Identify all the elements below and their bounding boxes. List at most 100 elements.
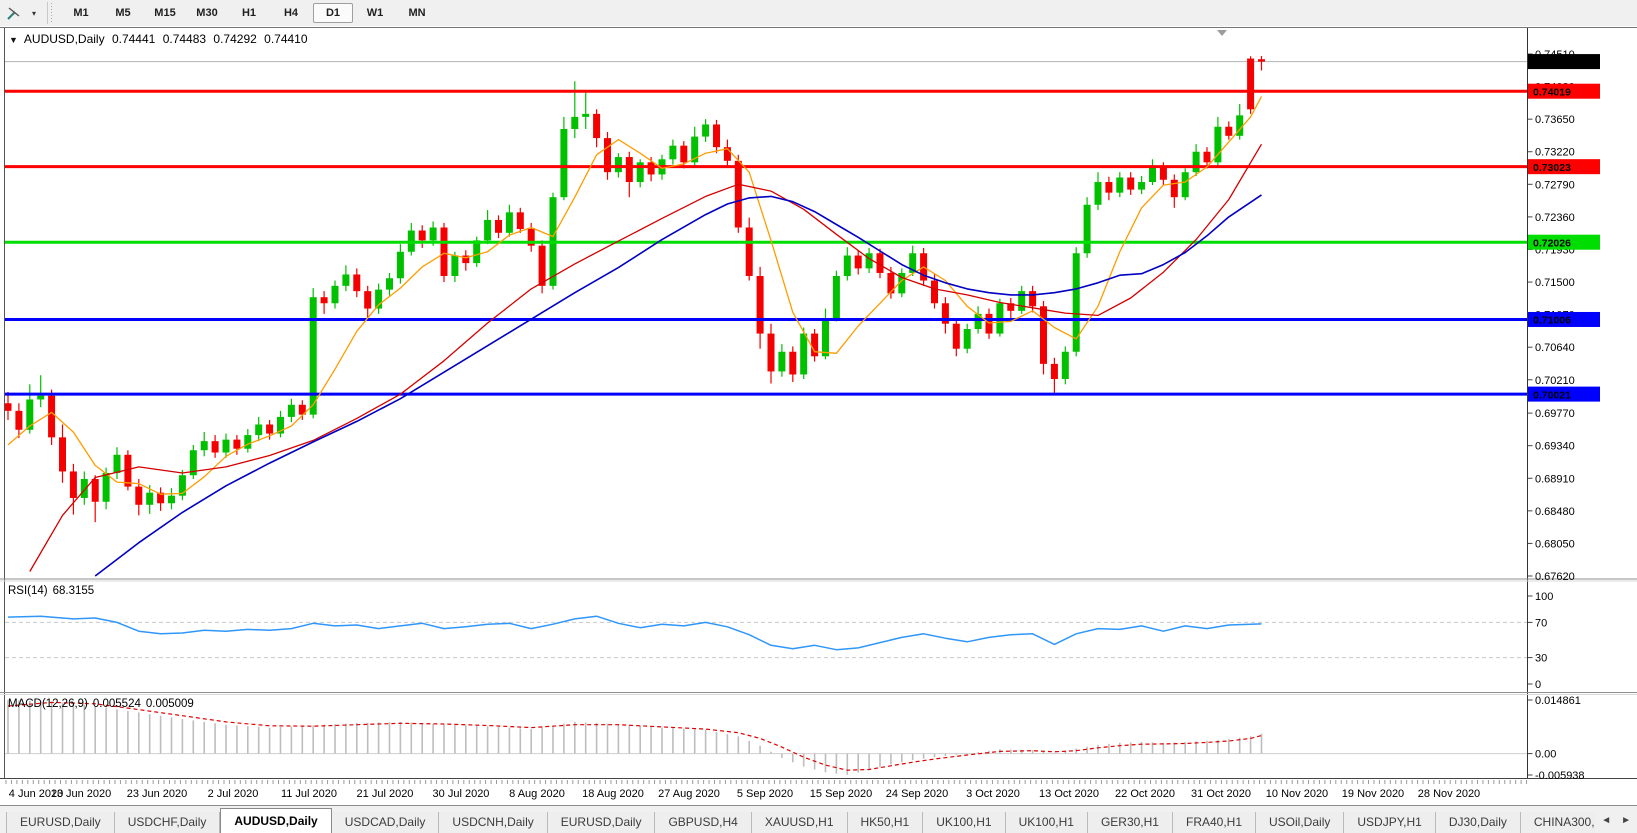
tab-usdcad-daily[interactable]: USDCAD,Daily — [331, 812, 440, 833]
candle-body — [222, 439, 230, 453]
ma-mid-line — [29, 143, 1263, 572]
timeframe-button-w1[interactable]: W1 — [355, 3, 395, 23]
candle-body — [865, 253, 873, 269]
candle-body — [429, 227, 437, 241]
timeframe-button-h1[interactable]: H1 — [229, 3, 269, 23]
candle-body — [1094, 182, 1102, 205]
candle-body — [91, 479, 99, 502]
crosshair-tool-icon[interactable] — [1, 3, 27, 23]
candle-body — [1149, 166, 1156, 183]
ohlc-high: 0.74483 — [162, 32, 207, 46]
tab-usdchf-daily[interactable]: USDCHF,Daily — [114, 812, 221, 833]
candle-body — [396, 251, 404, 279]
candle-body — [505, 212, 513, 233]
rsi-name: RSI(14) — [8, 585, 48, 597]
tab-hk50-h1[interactable]: HK50,H1 — [847, 812, 924, 833]
candle-body — [473, 240, 481, 264]
candle-body — [342, 274, 350, 286]
tab-ger30-h1[interactable]: GER30,H1 — [1087, 812, 1173, 833]
timeframe-button-h4[interactable]: H4 — [271, 3, 311, 23]
tab-eurusd-daily[interactable]: EURUSD,Daily — [547, 812, 656, 833]
candle-body — [593, 113, 601, 139]
candle-body — [713, 124, 720, 148]
tab-gbpusd-h4[interactable]: GBPUSD,H4 — [655, 812, 752, 833]
candle-body — [1116, 177, 1124, 193]
candle-body — [168, 495, 175, 504]
candle-body — [244, 435, 252, 449]
candle-body — [418, 230, 426, 241]
chart-tabs: EURUSD,Daily USDCHF,Daily AUDUSD,Daily USDC… — [0, 806, 1596, 833]
candle-body — [789, 351, 797, 375]
macd-histogram — [7, 699, 1263, 775]
candle-body — [1018, 291, 1026, 311]
candle-body — [582, 113, 590, 117]
tab-china300-h1[interactable]: CHINA300,H1 — [1520, 812, 1596, 833]
chart-dropdown-icon[interactable]: ▼ — [9, 35, 18, 45]
chart-title: ▼ AUDUSD,Daily 0.74441 0.74483 0.74292 0.… — [9, 32, 312, 46]
candle-body — [1192, 151, 1200, 173]
candle-body — [887, 272, 895, 294]
candle-body — [146, 492, 154, 505]
tab-eurusd-daily[interactable]: EURUSD,Daily — [6, 812, 115, 833]
tab-usdcnh-daily[interactable]: USDCNH,Daily — [439, 812, 548, 833]
tab-usoil-daily[interactable]: USOil,Daily — [1256, 812, 1345, 833]
timeframe-button-mn[interactable]: MN — [397, 3, 437, 23]
chart-window: 0.745100.740800.736500.732200.727900.723… — [0, 26, 1637, 805]
candle-body — [69, 471, 77, 498]
candle-body — [1061, 351, 1069, 380]
candle-body — [822, 318, 829, 357]
macd-name: MACD(12,26,9) — [8, 698, 88, 710]
candle-body — [37, 395, 45, 400]
tabs-scroll-left-icon[interactable]: ◄ — [1601, 815, 1611, 826]
candlestick-chart-canvas[interactable]: 0.745100.740800.736500.732200.727900.723… — [0, 26, 1637, 805]
tabs-scroll-right-icon[interactable]: ► — [1621, 815, 1631, 826]
tab-uk100-h1[interactable]: UK100,H1 — [923, 812, 1006, 833]
macd-value-main: 0.005524 — [92, 698, 141, 710]
tab-usdjpy-h1[interactable]: USDJPY,H1 — [1344, 812, 1436, 833]
candle-body — [1083, 204, 1091, 254]
ohlc-low: 0.74292 — [213, 32, 257, 46]
candle-body — [4, 403, 12, 411]
tab-uk100-h1[interactable]: UK100,H1 — [1005, 812, 1088, 833]
candle-body — [767, 333, 775, 372]
candle-body — [614, 157, 622, 173]
tab-fra40-h1[interactable]: FRA40,H1 — [1172, 812, 1257, 833]
candle-body — [1258, 59, 1265, 62]
tab-audusd-daily[interactable]: AUDUSD,Daily — [220, 808, 332, 833]
candle-body — [1247, 58, 1255, 110]
timeframe-toolbar: M1 M5 M15 M30 H1 H4 D1 W1 MN — [60, 3, 438, 23]
candle-body — [386, 278, 393, 290]
toolbar-separator — [47, 2, 56, 24]
tool-dropdown-icon[interactable]: ▾ — [27, 3, 41, 23]
timeframe-button-m5[interactable]: M5 — [103, 3, 143, 23]
candle-body — [963, 329, 971, 349]
candle-body — [1203, 151, 1211, 163]
candle-body — [625, 157, 633, 183]
timeframe-button-m1[interactable]: M1 — [61, 3, 101, 23]
price-axis[interactable] — [1528, 26, 1637, 779]
candle-body — [778, 351, 786, 372]
rsi-value: 68.3155 — [52, 585, 95, 597]
candle-body — [113, 454, 121, 473]
tab-dj30-daily[interactable]: DJ30,Daily — [1435, 812, 1521, 833]
date-axis[interactable] — [0, 779, 1528, 805]
tab-xauusd-h1[interactable]: XAUUSD,H1 — [751, 812, 848, 833]
candle-body — [48, 395, 56, 438]
candle-body — [1127, 177, 1135, 190]
candle-body — [353, 274, 361, 292]
candle-body — [756, 275, 764, 334]
chart-shift-marker-icon[interactable] — [1217, 30, 1227, 36]
chart-tab-bar: EURUSD,Daily USDCHF,Daily AUDUSD,Daily USDC… — [0, 805, 1637, 833]
candle-body — [745, 227, 753, 276]
timeframe-button-m15[interactable]: M15 — [145, 3, 185, 23]
candle-body — [680, 145, 688, 163]
candle-body — [233, 439, 241, 449]
timeframe-button-d1[interactable]: D1 — [313, 3, 353, 23]
candle-body — [538, 245, 546, 286]
candle-body — [516, 212, 524, 230]
candle-body — [647, 162, 655, 175]
candle-body — [931, 280, 938, 304]
candle-body — [59, 437, 66, 472]
timeframe-button-m30[interactable]: M30 — [187, 3, 227, 23]
candle-body — [1050, 363, 1058, 380]
